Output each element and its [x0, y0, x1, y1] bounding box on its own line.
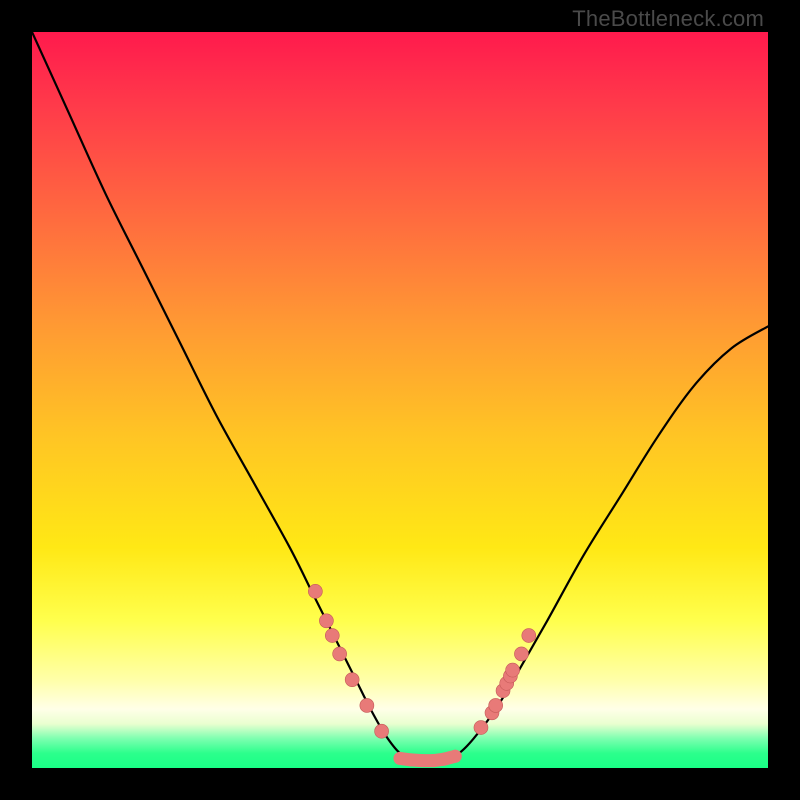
- data-point: [514, 647, 528, 661]
- watermark-text: TheBottleneck.com: [572, 6, 764, 32]
- curve-layer: [32, 32, 768, 768]
- data-point: [449, 750, 462, 763]
- data-point: [438, 753, 451, 766]
- data-point: [522, 629, 536, 643]
- data-point: [405, 753, 418, 766]
- data-point: [394, 752, 407, 765]
- data-point: [427, 754, 440, 767]
- data-point: [360, 698, 374, 712]
- data-point: [325, 629, 339, 643]
- data-point: [489, 698, 503, 712]
- data-point: [506, 663, 520, 677]
- bottleneck-curve: [32, 32, 768, 761]
- data-point: [308, 584, 322, 598]
- data-point: [333, 647, 347, 661]
- chart-frame: TheBottleneck.com: [0, 0, 800, 800]
- data-point: [319, 614, 333, 628]
- data-point: [345, 673, 359, 687]
- data-markers: [308, 584, 535, 767]
- plot-area: [32, 32, 768, 768]
- data-point: [375, 724, 389, 738]
- data-point: [474, 721, 488, 735]
